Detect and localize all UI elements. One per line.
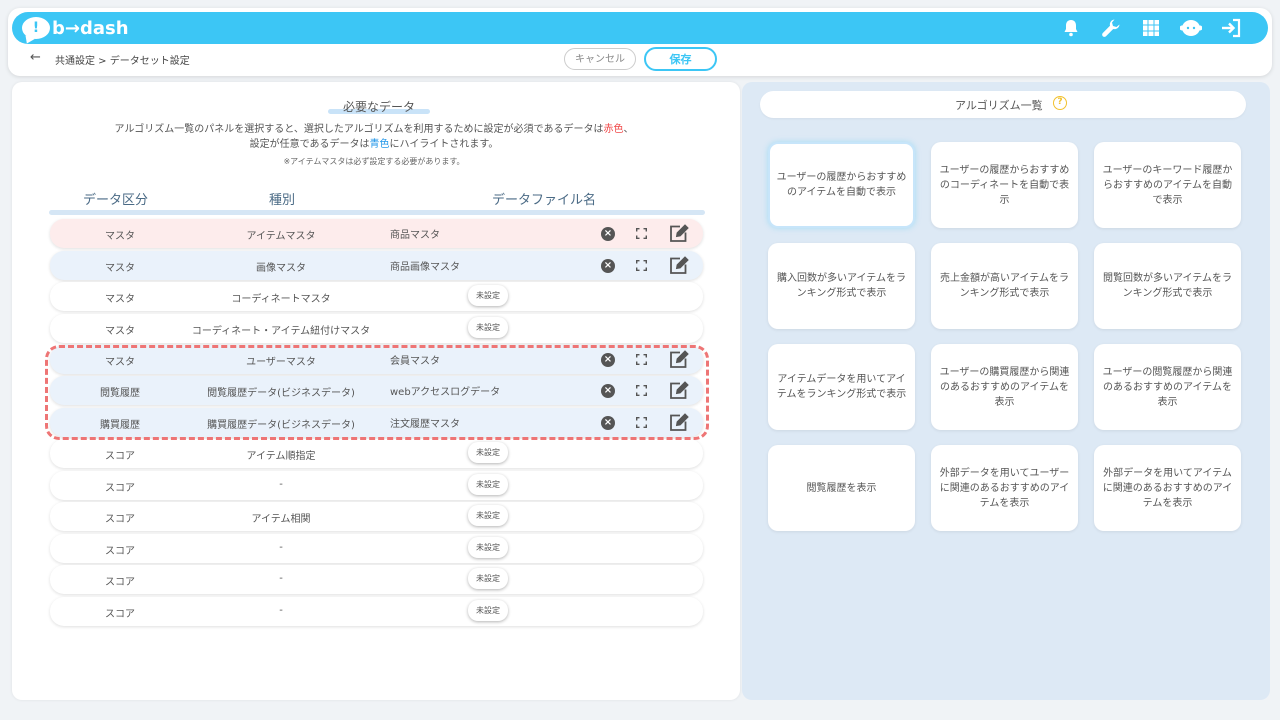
algorithm-card[interactable]: ユーザーの履歴からおすすめのコーディネートを自動で表示 bbox=[931, 142, 1078, 228]
table-row[interactable]: スコア アイテム相関 未設定 bbox=[50, 502, 703, 531]
header-data-kubun: データ区分 bbox=[83, 193, 149, 208]
algorithm-card[interactable]: 外部データを用いてアイテムに関連のあるおすすめのアイテムを表示 bbox=[1094, 445, 1241, 531]
unset-button[interactable]: 未設定 bbox=[468, 568, 508, 589]
table-row[interactable]: マスタ アイテムマスタ 商品マスタ × bbox=[50, 219, 703, 248]
cell-shubetsu: アイテムマスタ bbox=[246, 231, 316, 242]
cell-shubetsu: コーディネート・アイテム紐付けマスタ bbox=[191, 326, 371, 337]
unset-button[interactable]: 未設定 bbox=[468, 600, 508, 621]
cell-data-kubun: マスタ bbox=[105, 231, 135, 242]
item-master-note: ※アイテムマスタは必ず設定する必要があります。 bbox=[283, 157, 465, 166]
cell-data-kubun: マスタ bbox=[105, 294, 135, 305]
unset-button[interactable]: 未設定 bbox=[468, 285, 508, 306]
algorithm-card[interactable]: ユーザーの購買履歴から関連のあるおすすめのアイテムを表示 bbox=[931, 344, 1078, 430]
cell-shubetsu: - bbox=[279, 542, 283, 553]
table-row[interactable]: マスタ コーディネートマスタ 未設定 bbox=[50, 282, 703, 311]
edit-icon[interactable] bbox=[669, 224, 689, 243]
desc-text: にハイライトされます。 bbox=[389, 139, 499, 150]
expand-icon[interactable] bbox=[636, 228, 647, 239]
description-line-2: 設定が任意であるデータは青色にハイライトされます。 bbox=[4, 135, 744, 150]
desc-text: 設定が任意であるデータは bbox=[249, 139, 370, 150]
algorithm-card[interactable]: ユーザーの閲覧履歴から関連のあるおすすめのアイテムを表示 bbox=[1094, 344, 1241, 430]
cancel-button[interactable]: キャンセル bbox=[564, 48, 636, 70]
table-row[interactable]: スコア - 未設定 bbox=[50, 597, 703, 626]
cell-shubetsu: アイテム相関 bbox=[251, 514, 311, 525]
bell-icon[interactable] bbox=[1060, 17, 1082, 39]
remove-icon[interactable]: × bbox=[601, 227, 615, 241]
cell-shubetsu: 画像マスタ bbox=[256, 263, 306, 274]
header-shubetsu: 種別 bbox=[269, 193, 296, 208]
unset-button[interactable]: 未設定 bbox=[468, 505, 508, 526]
algorithm-card[interactable]: 購入回数が多いアイテムをランキング形式で表示 bbox=[768, 243, 915, 329]
expand-icon[interactable] bbox=[636, 260, 647, 271]
cell-data-kubun: スコア bbox=[105, 546, 135, 557]
remove-icon[interactable]: × bbox=[601, 259, 615, 273]
unset-button[interactable]: 未設定 bbox=[468, 317, 508, 338]
cell-data-file: 商品マスタ bbox=[390, 230, 440, 241]
algorithm-card[interactable]: ユーザーのキーワード履歴からおすすめのアイテムを自動で表示 bbox=[1094, 142, 1241, 228]
cell-data-kubun: スコア bbox=[105, 577, 135, 588]
cell-shubetsu: - bbox=[279, 605, 283, 616]
edit-icon[interactable] bbox=[669, 256, 689, 275]
logo-mark: ! bbox=[22, 17, 50, 39]
back-arrow-icon[interactable]: ← bbox=[30, 50, 41, 65]
unset-button[interactable]: 未設定 bbox=[468, 537, 508, 558]
save-button[interactable]: 保存 bbox=[644, 47, 717, 71]
cell-data-kubun: スコア bbox=[105, 609, 135, 620]
desc-text: 、 bbox=[623, 124, 634, 135]
description-line-1: アルゴリズム一覧のパネルを選択すると、選択したアルゴリズムを利用するために設定が… bbox=[4, 120, 744, 135]
cell-data-kubun: スコア bbox=[105, 514, 135, 525]
header-data-file: データファイル名 bbox=[492, 193, 597, 208]
cell-shubetsu: コーディネートマスタ bbox=[231, 294, 331, 305]
cell-shubetsu: アイテム順指定 bbox=[246, 451, 316, 462]
blue-label: 青色 bbox=[369, 139, 390, 150]
algorithm-card[interactable]: 外部データを用いてユーザーに関連のあるおすすめのアイテムを表示 bbox=[931, 445, 1078, 531]
help-icon[interactable]: ? bbox=[1053, 96, 1067, 110]
unset-button[interactable]: 未設定 bbox=[468, 474, 508, 495]
logo[interactable]: ! b→dash bbox=[22, 14, 129, 42]
table-row[interactable]: スコア - 未設定 bbox=[50, 534, 703, 563]
table-row[interactable]: マスタ 画像マスタ 商品画像マスタ × bbox=[50, 251, 703, 280]
algorithm-card[interactable]: 閲覧履歴を表示 bbox=[768, 445, 915, 531]
desc-text: アルゴリズム一覧のパネルを選択すると、選択したアルゴリズムを利用するために設定が… bbox=[114, 124, 604, 135]
breadcrumb: 共通設定 > データセット設定 bbox=[55, 56, 190, 67]
cell-shubetsu: - bbox=[279, 573, 283, 584]
table-row[interactable]: スコア - 未設定 bbox=[50, 471, 703, 500]
cell-data-kubun: マスタ bbox=[105, 263, 135, 274]
cell-data-kubun: スコア bbox=[105, 451, 135, 462]
algorithm-card[interactable]: 閲覧回数が多いアイテムをランキング形式で表示 bbox=[1094, 243, 1241, 329]
cell-data-kubun: マスタ bbox=[105, 326, 135, 337]
logout-icon[interactable] bbox=[1220, 17, 1242, 39]
logo-text: b→dash bbox=[52, 17, 129, 39]
cell-shubetsu: - bbox=[279, 479, 283, 490]
grid-icon[interactable] bbox=[1140, 17, 1162, 39]
table-row[interactable]: スコア - 未設定 bbox=[50, 565, 703, 594]
algorithm-card[interactable]: ユーザーの履歴からおすすめのアイテムを自動で表示 bbox=[768, 142, 915, 228]
required-data-title: 必要なデータ bbox=[342, 100, 415, 114]
wrench-icon[interactable] bbox=[1100, 17, 1122, 39]
highlight-dashed-box bbox=[45, 345, 709, 440]
user-face-icon[interactable] bbox=[1180, 17, 1202, 39]
header-icons bbox=[1060, 14, 1242, 42]
red-label: 赤色 bbox=[603, 124, 624, 135]
cell-data-file: 商品画像マスタ bbox=[390, 262, 460, 273]
algorithm-card[interactable]: アイテムデータを用いてアイテムをランキング形式で表示 bbox=[768, 344, 915, 430]
sub-toolbar: ← 共通設定 > データセット設定 キャンセル 保存 bbox=[8, 46, 1272, 74]
algorithm-list-title: アルゴリズム一覧 bbox=[955, 99, 1043, 112]
cell-data-kubun: スコア bbox=[105, 483, 135, 494]
header-divider bbox=[49, 210, 705, 215]
table-row[interactable]: マスタ コーディネート・アイテム紐付けマスタ 未設定 bbox=[50, 314, 703, 343]
algorithm-card[interactable]: 売上金額が高いアイテムをランキング形式で表示 bbox=[931, 243, 1078, 329]
table-row[interactable]: スコア アイテム順指定 未設定 bbox=[50, 439, 703, 468]
unset-button[interactable]: 未設定 bbox=[468, 442, 508, 463]
